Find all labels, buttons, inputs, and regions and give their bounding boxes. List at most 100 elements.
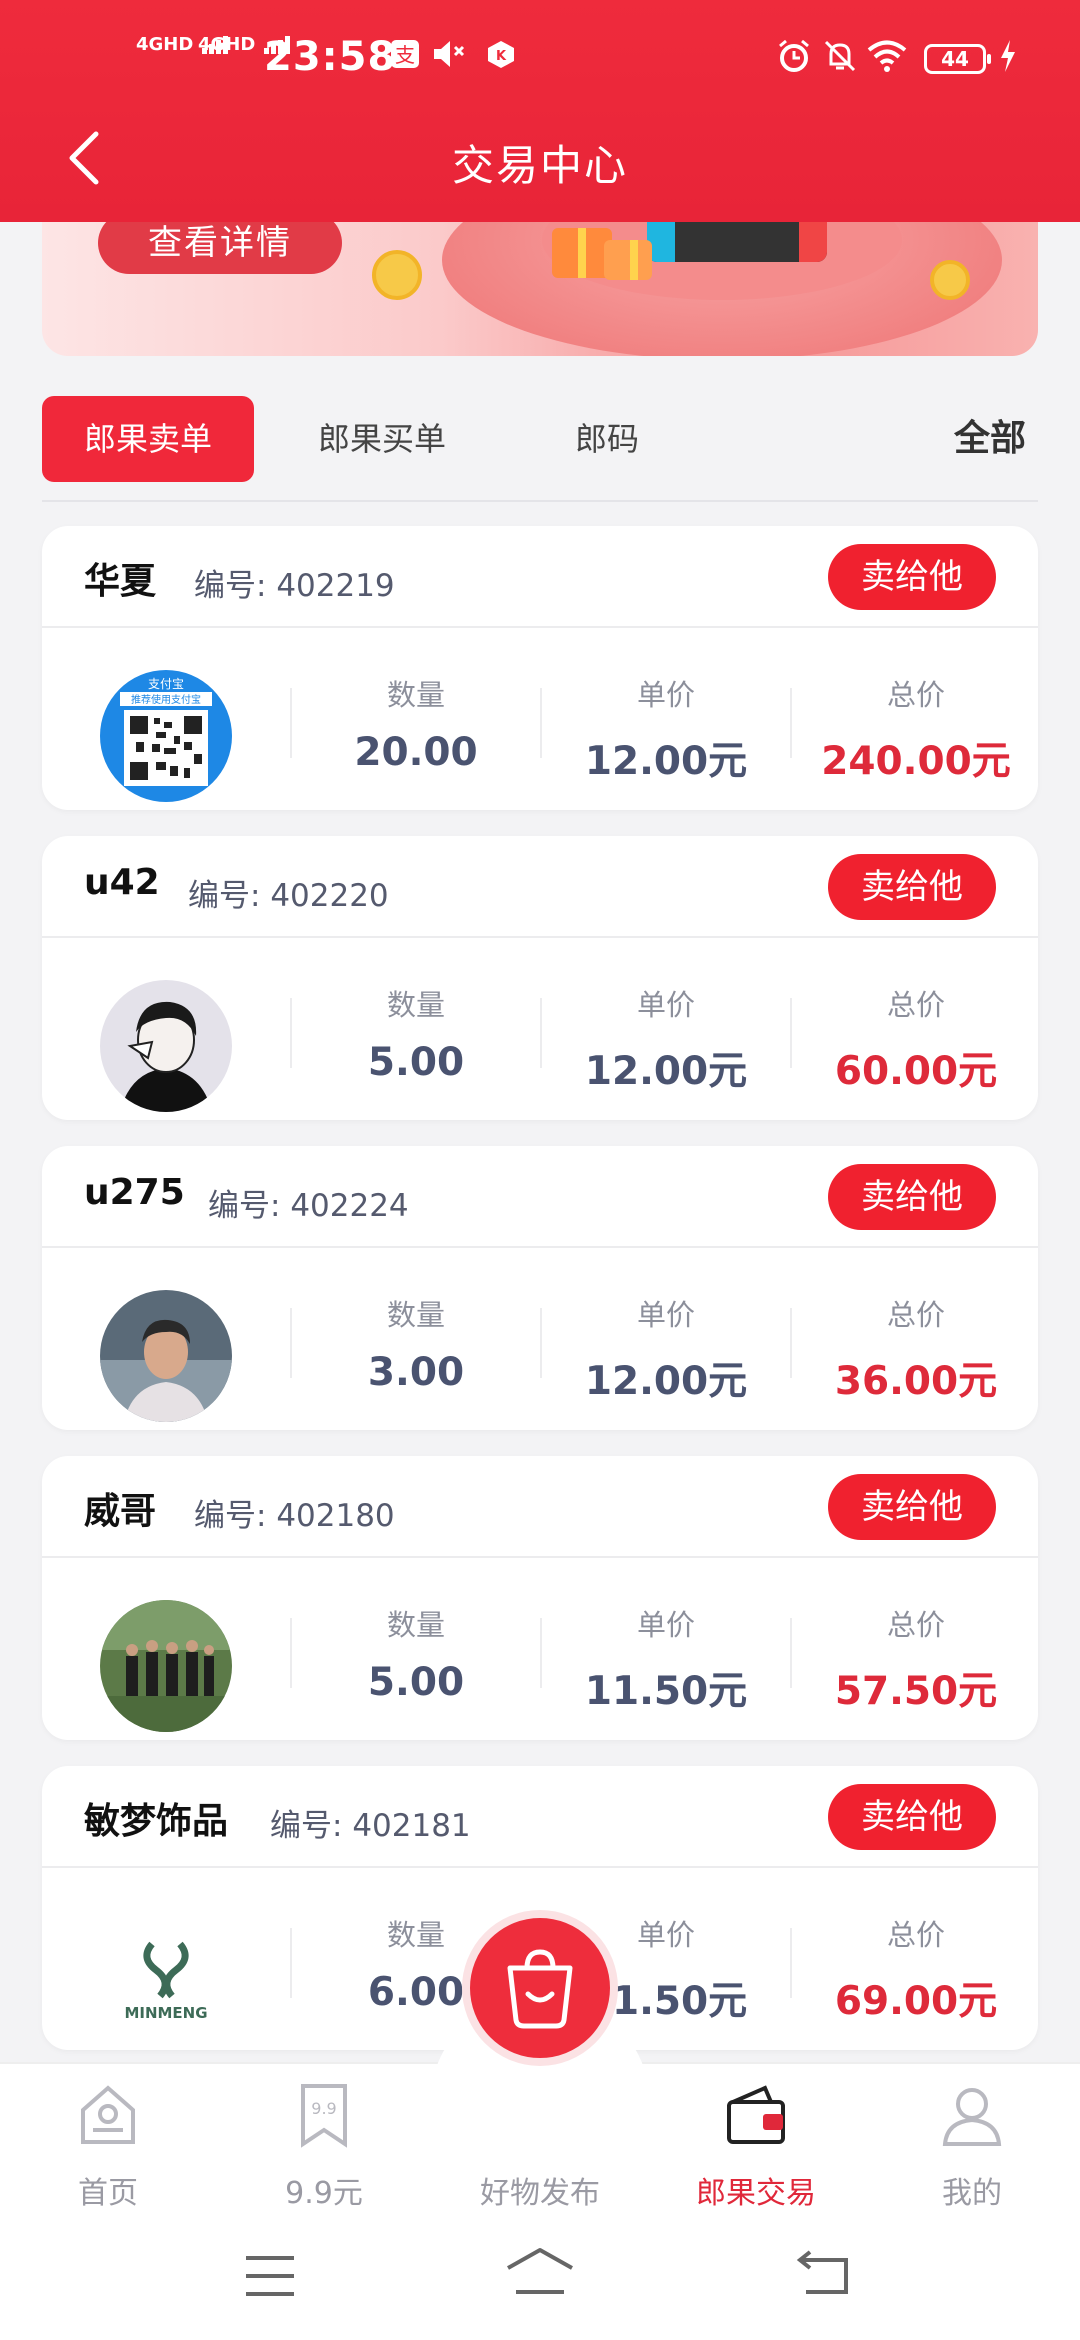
nav-item-9-9[interactable]: 9.9 9.9元 — [244, 2080, 404, 2212]
system-nav-bar — [0, 2214, 1080, 2340]
notifications-off-icon — [822, 38, 858, 83]
bag-icon — [500, 1946, 580, 2034]
quantity-value: 5.00 — [367, 1040, 465, 1085]
total-price-column: 总价 36.00元 — [791, 1248, 1041, 1430]
svg-text:支: 支 — [395, 43, 415, 67]
unit-price-value: 12.00元 — [584, 1359, 748, 1404]
order-id: 编号: 402219 — [194, 560, 395, 605]
nav-label-publish: 好物发布 — [480, 2176, 600, 2211]
order-id-value: 402220 — [270, 878, 389, 914]
order-id-label: 编号: — [188, 878, 261, 914]
unit-price-value: 12.00元 — [584, 1049, 748, 1094]
sell-to-him-button[interactable]: 卖给他 — [828, 1474, 996, 1540]
alipay-label: 支付宝 — [148, 677, 184, 691]
publish-button[interactable] — [462, 1910, 618, 2066]
back-nav-icon[interactable] — [796, 2250, 852, 2300]
quantity-column: 数量 5.00 — [291, 1558, 541, 1740]
quantity-label: 数量 — [386, 678, 445, 712]
promo-banner[interactable]: 查看详情 — [42, 200, 1038, 356]
total-price-value: 240.00元 — [821, 739, 1011, 784]
quantity-column: 数量 5.00 — [291, 938, 541, 1120]
order-card-header: 威哥 编号: 402180 卖给他 — [42, 1456, 1038, 1558]
total-price-value: 36.00元 — [834, 1359, 998, 1404]
coupon-coin-icon — [372, 250, 422, 300]
seller-name: u275 — [84, 1172, 185, 1213]
seller-name: 华夏 — [84, 561, 157, 602]
nav-item-langguo-trade[interactable]: 郎果交易 — [676, 2080, 836, 2212]
total-price-label: 总价 — [886, 1608, 945, 1642]
total-price-value: 57.50元 — [834, 1669, 998, 1714]
avatar: 支付宝 推荐使用支付宝 — [100, 670, 232, 802]
quantity-column: 数量 20.00 — [291, 628, 541, 810]
svg-text:9.9: 9.9 — [311, 2099, 336, 2118]
gift-box-icon — [604, 240, 652, 280]
tab-langguo-buy[interactable]: 郎果买单 — [292, 396, 472, 482]
total-price-column: 总价 240.00元 — [791, 628, 1041, 810]
order-card: 威哥 编号: 402180 卖给他 数量 5.00 单价 11.50元 总价 5… — [42, 1456, 1038, 1740]
order-id: 编号: 402224 — [208, 1180, 409, 1225]
seller-name: 敏梦饰品 — [84, 1801, 229, 1842]
order-id-label: 编号: — [208, 1188, 281, 1224]
seller-name: u42 — [84, 862, 160, 903]
nav-item-home[interactable]: 首页 — [28, 2080, 188, 2212]
unit-price-value: 12.00元 — [584, 739, 748, 784]
sell-to-him-button[interactable]: 卖给他 — [828, 544, 996, 610]
mute-icon — [432, 38, 468, 78]
nav-label-9-9: 9.9元 — [285, 2176, 363, 2211]
unit-price-column: 单价 12.00元 — [541, 938, 791, 1120]
alarm-icon — [776, 38, 812, 83]
menu-icon[interactable] — [244, 2254, 296, 2302]
unit-price-label: 单价 — [636, 988, 695, 1022]
order-id-label: 编号: — [270, 1808, 343, 1844]
order-id-value: 402180 — [276, 1498, 395, 1534]
battery-indicator: 44 — [924, 44, 991, 74]
unit-price-column: 单价 12.00元 — [541, 1248, 791, 1430]
nav-label-langguo-trade: 郎果交易 — [696, 2176, 816, 2211]
tab-langma[interactable]: 郎码 — [552, 396, 662, 482]
sell-to-him-button[interactable]: 卖给他 — [828, 854, 996, 920]
nav-label-profile: 我的 — [942, 2176, 1002, 2211]
user-icon — [937, 2080, 1007, 2156]
alipay-notification-icon: 支 — [390, 38, 420, 78]
page-title: 交易中心 — [451, 141, 628, 190]
total-price-column: 总价 60.00元 — [791, 938, 1041, 1120]
nav-item-publish[interactable]: 好物发布 — [460, 2080, 620, 2212]
order-card: 华夏 编号: 402219 卖给他 支付宝 推荐使用支付宝 数量 20.00 单… — [42, 526, 1038, 810]
tab-langguo-sell[interactable]: 郎果卖单 — [42, 396, 254, 482]
app-notification-icon: K — [486, 38, 516, 78]
unit-price-label: 单价 — [636, 1608, 695, 1642]
avatar: MINMENG — [100, 1910, 232, 2042]
total-price-column: 总价 57.50元 — [791, 1558, 1041, 1740]
order-id-value: 402224 — [290, 1188, 409, 1224]
minmeng-logo-text: MINMENG — [124, 2004, 207, 2022]
coin-icon — [930, 260, 970, 300]
sell-to-him-button[interactable]: 卖给他 — [828, 1784, 996, 1850]
unit-price-column: 单价 12.00元 — [541, 628, 791, 810]
total-price-column: 总价 69.00元 — [791, 1868, 1041, 2050]
quantity-value: 5.00 — [367, 1660, 465, 1705]
quantity-value: 20.00 — [354, 730, 478, 775]
bookmark-icon: 9.9 — [289, 2080, 359, 2156]
status-time: 23:58 — [264, 34, 397, 80]
home-button-icon[interactable] — [504, 2246, 576, 2300]
unit-price-label: 单价 — [636, 1298, 695, 1332]
network-label-1: 4GHD — [136, 34, 194, 55]
seller-name: 威哥 — [84, 1491, 157, 1532]
quantity-value: 3.00 — [367, 1350, 465, 1395]
total-price-label: 总价 — [886, 988, 945, 1022]
total-price-value: 60.00元 — [834, 1049, 998, 1094]
quantity-label: 数量 — [386, 1298, 445, 1332]
quantity-label: 数量 — [386, 988, 445, 1022]
filter-all-button[interactable]: 全部 — [942, 396, 1038, 482]
order-card-header: 敏梦饰品 编号: 402181 卖给他 — [42, 1766, 1038, 1868]
order-card-header: u275 编号: 402224 卖给他 — [42, 1146, 1038, 1248]
avatar — [100, 1290, 232, 1422]
sell-to-him-button[interactable]: 卖给他 — [828, 1164, 996, 1230]
nav-item-profile[interactable]: 我的 — [892, 2080, 1052, 2212]
alipay-sub-label: 推荐使用支付宝 — [131, 693, 201, 706]
order-card-header: u42 编号: 402220 卖给他 — [42, 836, 1038, 938]
quantity-label: 数量 — [386, 1608, 445, 1642]
status-bar: 4GHD 4GHD 23:58 支 K 44 — [0, 30, 1080, 90]
avatar — [100, 980, 232, 1112]
